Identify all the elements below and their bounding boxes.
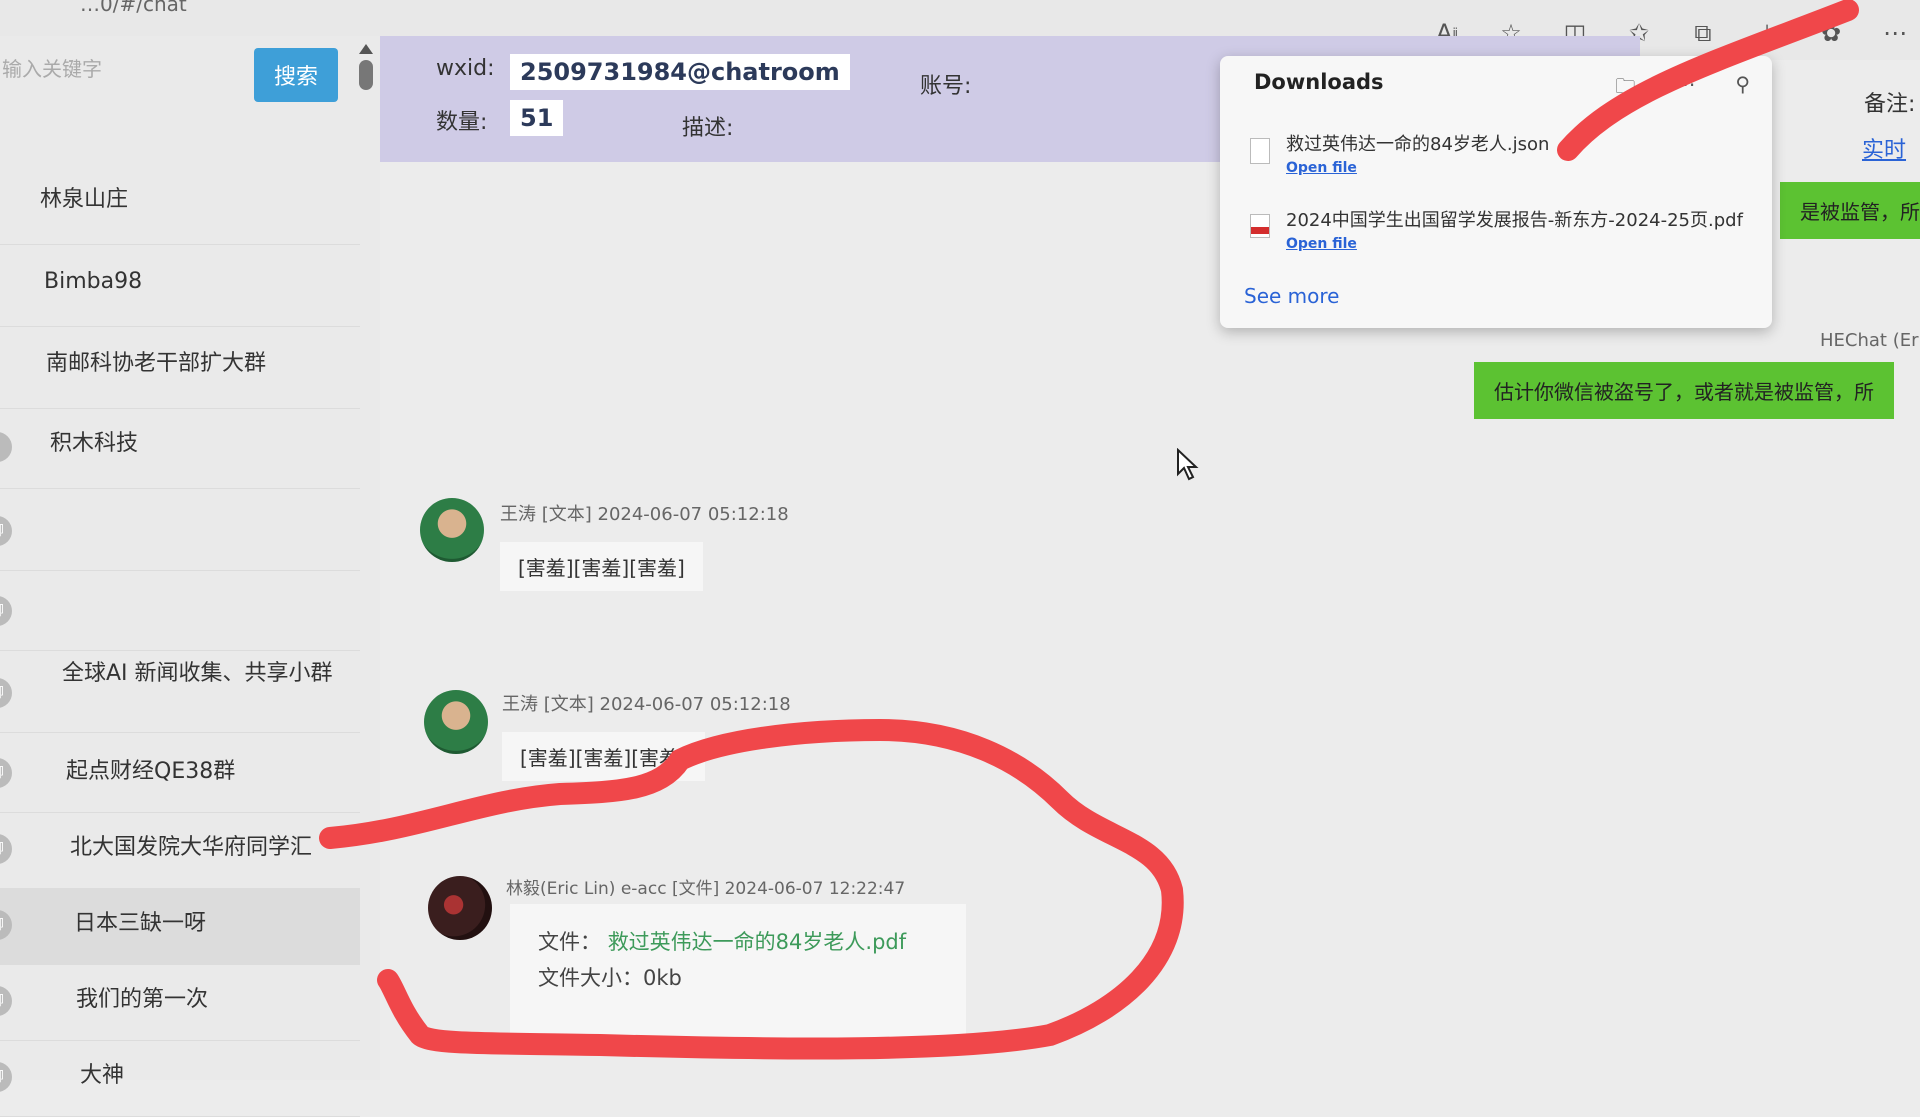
chat-item[interactable]: 聊 北大国发院大华府同学汇 [0,812,360,889]
more-options-icon[interactable]: ⋯ [1675,72,1695,106]
chat-item-name: 林泉山庄 [40,187,129,212]
description-label: 描述: [682,116,734,141]
search-input[interactable] [0,48,244,90]
avatar [424,690,488,754]
mouse-cursor-icon [1177,448,1199,481]
chat-item-name: 日本三缺一呀 [74,911,207,936]
chat-type-badge: 聊 [0,516,12,546]
chat-item-name: 全球AI 新闻收集、共享小群 [62,661,333,686]
chat-item-name: 南邮科协老干部扩大群 [46,351,267,376]
chat-item[interactable]: 林泉山庄 [0,166,360,245]
chat-type-badge: 聊 [0,1062,12,1092]
search-button[interactable]: 搜索 [254,48,338,102]
message-meta: 王涛 [文本] 2024-06-07 05:12:18 [500,504,789,525]
message-bubble: [害羞][害羞][害羞] [500,542,703,591]
chat-sidebar: 搜索 林泉山庄 Bimba98 南邮科协老干部扩大群 积木科技 聊 聊 聊 全球… [0,36,380,1117]
chat-item[interactable]: 聊 [0,572,360,651]
pin-icon[interactable]: ⚲ [1735,72,1750,106]
file-size-label: 文件大小： [538,966,643,990]
notes-label: 备注: [1864,92,1916,117]
chat-item[interactable]: 聊 全球AI 新闻收集、共享小群 [0,654,360,733]
chat-item-name: 起点财经QE38群 [66,759,236,784]
chat-item-name: 积木科技 [50,431,139,456]
chat-type-badge: 聊 [0,834,12,864]
downloads-panel: Downloads 🗀 ⋯ ⚲ 救过英伟达一命的84岁老人.json Open … [1220,56,1772,328]
count-label: 数量: [436,110,488,135]
file-size-row: 文件大小：0kb [538,960,938,996]
chat-item[interactable]: Bimba98 [0,248,360,327]
chat-item-name: Bimba98 [44,269,143,294]
file-label: 文件： [538,930,601,954]
pdf-file-icon [1250,214,1270,238]
chat-type-badge: 聊 [0,678,12,708]
sidebar-scrollbar[interactable] [358,44,374,104]
downloads-icon[interactable]: ⤓ [1752,18,1782,48]
chat-type-badge: 聊 [0,596,12,626]
file-row: 文件： 救过英伟达一命的84岁老人.pdf [538,924,938,960]
downloads-actions: 🗀 ⋯ ⚲ [1615,72,1750,106]
avatar [420,498,484,562]
chat-type-badge: 聊 [0,758,12,788]
file-link[interactable]: 救过英伟达一命的84岁老人.pdf [608,930,906,954]
open-file-link[interactable]: Open file [1286,236,1357,252]
message-meta: 王涛 [文本] 2024-06-07 05:12:18 [502,694,791,715]
chat-type-badge: 聊 [0,986,12,1016]
wxid-label: wxid: [436,56,495,81]
sender-label: HEChat (Er [1820,330,1919,351]
see-more-link[interactable]: See more [1244,284,1339,308]
message-bubble: [害羞][害羞][害羞] [502,732,705,781]
green-message-bubble: 估计你微信被盗号了，或者就是被监管，所 [1474,362,1894,419]
scroll-up-arrow-icon[interactable] [359,44,373,54]
chat-item[interactable]: 聊 起点财经QE38群 [0,736,360,813]
chat-type-badge [0,432,12,462]
url-fragment[interactable]: …0/#/chat [80,0,187,16]
file-size-value: 0kb [643,966,682,990]
count-value: 51 [510,100,564,136]
chat-item-name: 我们的第一次 [76,987,209,1012]
message-meta: 林毅(Eric Lin) e-acc [文件] 2024-06-07 12:22… [506,879,906,899]
downloads-title: Downloads [1254,70,1384,94]
open-file-link[interactable]: Open file [1286,160,1357,176]
chat-item-name: 北大国发院大华府同学汇 [70,835,313,860]
realtime-link[interactable]: 实时 [1862,132,1906,164]
wxid-value: 2509731984@chatroom [510,54,850,90]
download-filename: 2024中国学生出国留学发展报告-新东方-2024-25页.pdf [1286,210,1743,231]
chat-item[interactable]: 聊 我们的第一次 [0,964,360,1041]
chat-item-active[interactable]: 聊 日本三缺一呀 [0,888,360,965]
chat-type-badge: 聊 [0,910,12,940]
download-filename: 救过英伟达一命的84岁老人.json [1286,134,1550,155]
avatar [428,876,492,940]
json-file-icon [1250,138,1270,164]
chat-item[interactable]: 聊 [0,492,360,571]
open-folder-icon[interactable]: 🗀 [1615,72,1635,106]
chat-item[interactable]: 南邮科协老干部扩大群 [0,330,360,409]
collections-icon[interactable]: ⧉ [1688,18,1718,48]
chat-item[interactable]: 积木科技 [0,410,360,489]
chat-item-name: 大神 [80,1063,125,1088]
green-message-bubble: 是被监管，所 [1780,182,1920,239]
account-label: 账号: [920,74,972,99]
file-message-bubble: 文件： 救过英伟达一命的84岁老人.pdf 文件大小：0kb [510,904,966,1048]
scroll-thumb[interactable] [359,60,373,90]
chat-item[interactable]: 聊 大神 [0,1040,360,1117]
extension-icon[interactable]: ✿ [1816,18,1846,48]
more-icon[interactable]: ⋯ [1880,18,1910,48]
